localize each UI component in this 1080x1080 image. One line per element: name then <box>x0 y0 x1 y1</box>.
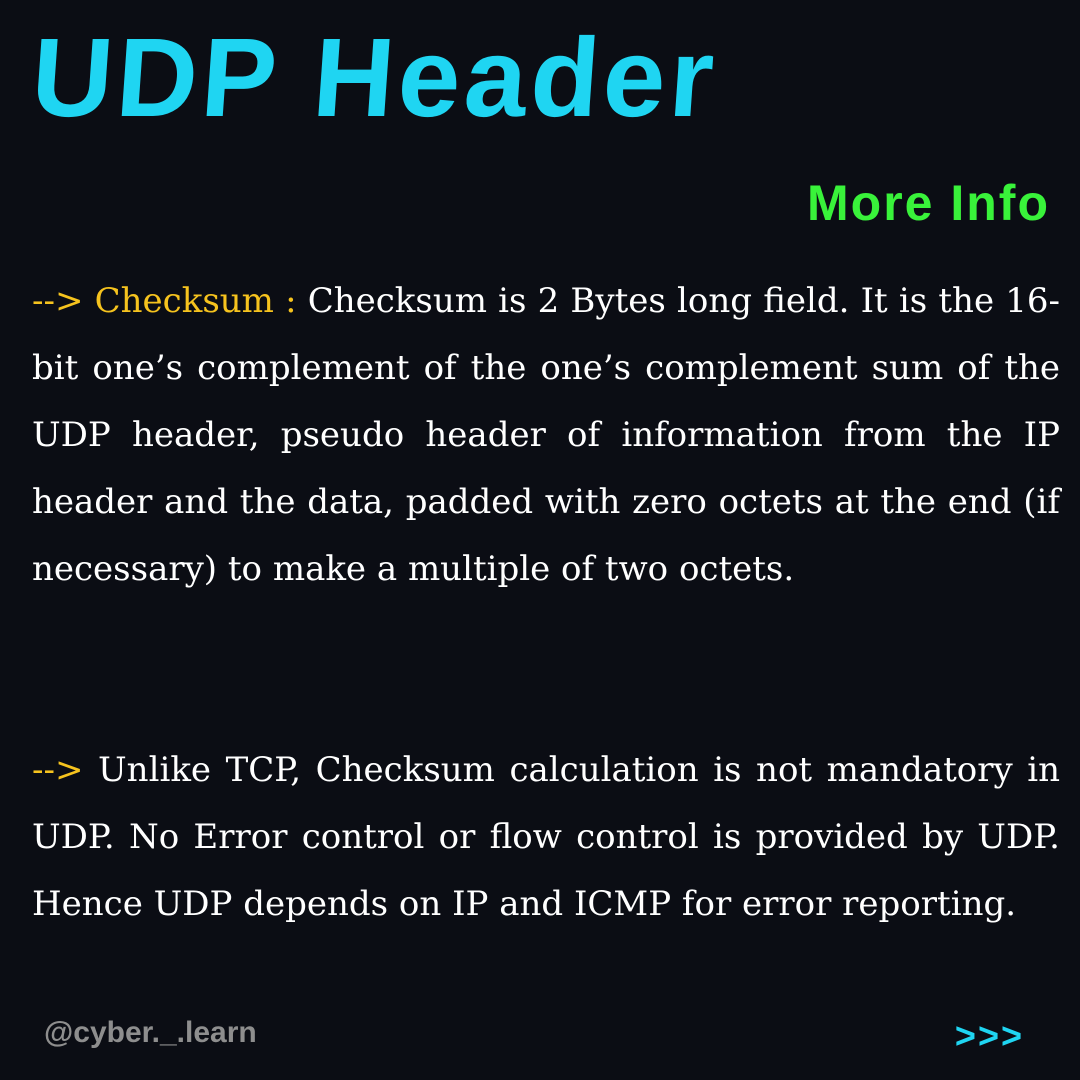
author-handle: @cyber._.learn <box>44 1016 257 1049</box>
page-title: UDP Header <box>27 15 722 140</box>
arrow-marker: --> <box>32 750 84 790</box>
field-label: Checksum : <box>94 281 297 321</box>
section-subtitle: More Info <box>807 175 1050 231</box>
slide: UDP Header More Info --> Checksum : Chec… <box>0 0 1080 1080</box>
paragraph-text: Unlike TCP, Checksum calculation is not … <box>32 750 1061 924</box>
checksum-paragraph: --> Checksum : Checksum is 2 Bytes long … <box>32 268 1060 603</box>
paragraph-text: Checksum is 2 Bytes long field. It is th… <box>32 281 1060 589</box>
checksum-note-paragraph: --> Unlike TCP, Checksum calculation is … <box>32 737 1060 938</box>
next-slide-arrows[interactable]: >>> <box>955 1018 1024 1054</box>
arrow-marker: --> <box>32 281 84 321</box>
